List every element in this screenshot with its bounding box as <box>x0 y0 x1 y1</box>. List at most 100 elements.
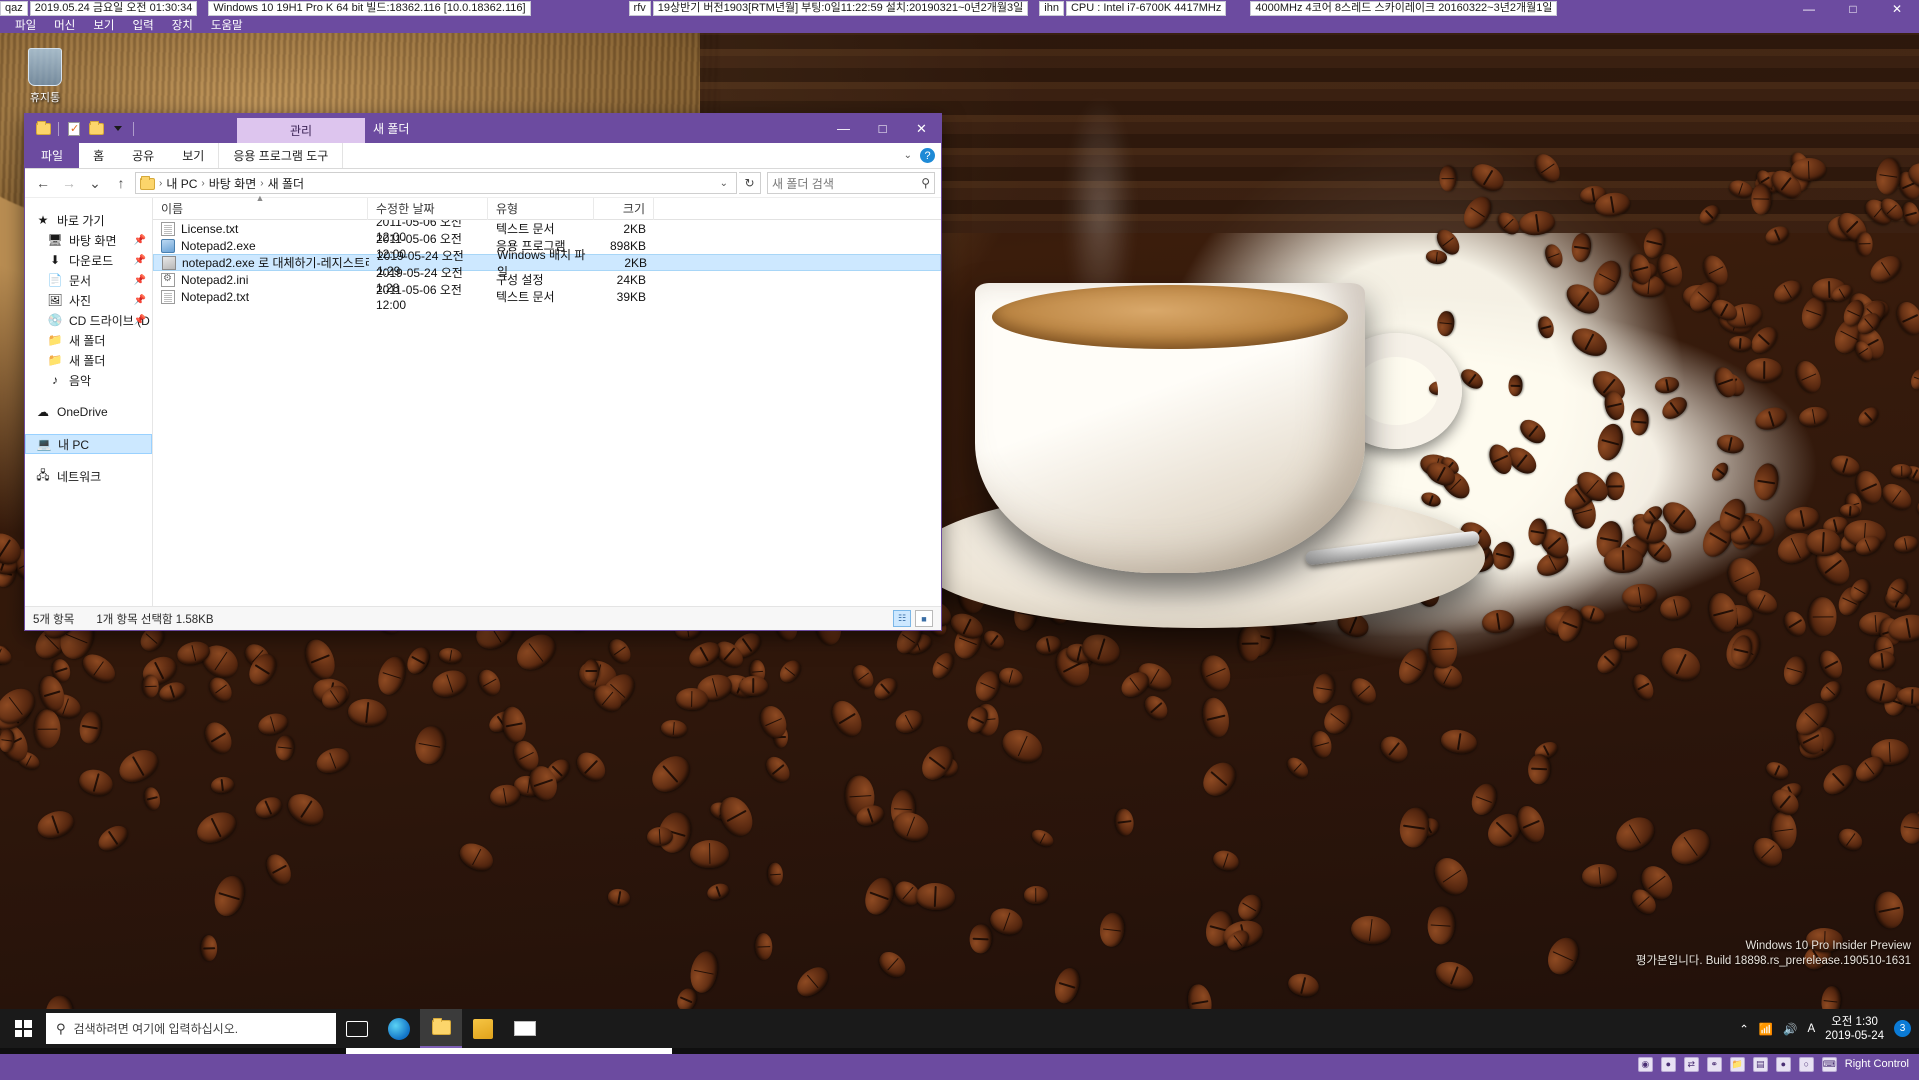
usb-icon[interactable]: ⚭ <box>1706 1056 1722 1072</box>
explorer-maximize-button[interactable]: □ <box>863 114 902 143</box>
vbox-menu-file[interactable]: 파일 <box>6 17 45 33</box>
coffee-bean <box>1480 608 1516 636</box>
coffee-bean <box>1140 691 1172 725</box>
help-icon[interactable]: ? <box>920 148 935 163</box>
tab-home[interactable]: 홈 <box>79 143 118 168</box>
vbox-menu-view[interactable]: 보기 <box>84 17 123 33</box>
column-header-type[interactable]: 유형 <box>488 197 594 220</box>
breadcrumb-separator-3: › <box>260 177 264 189</box>
vbox-menu-machine[interactable]: 머신 <box>45 17 84 33</box>
address-dropdown-icon[interactable]: ⌄ <box>716 178 732 189</box>
navigation-pane[interactable]: ★ 바로 가기 🖥 바탕 화면 📌 ⬇ 다운로드 📌 📄 문서 📌 🖼 사진 📌 💿 CD 드라이브 (D 📌 📁… <box>25 198 153 606</box>
start-button[interactable] <box>0 1009 46 1048</box>
explorer-close-button[interactable]: ✕ <box>902 114 941 143</box>
breadcrumb-item-0[interactable]: 내 PC <box>166 175 197 192</box>
volume-icon[interactable]: 🔊 <box>1783 1022 1797 1036</box>
taskbar-item-microsoft-store[interactable] <box>462 1009 504 1048</box>
sidebar-item-4[interactable]: 🖼 사진 📌 <box>25 290 152 310</box>
network-icon[interactable]: 📶 <box>1759 1022 1773 1036</box>
new-folder-icon[interactable] <box>86 119 106 139</box>
recording-icon[interactable]: ● <box>1775 1056 1791 1072</box>
display-icon[interactable]: ▤ <box>1752 1056 1768 1072</box>
pin-icon[interactable]: 📌 <box>134 235 146 246</box>
sidebar-item-6[interactable]: 📁 새 폴더 <box>25 330 152 350</box>
sidebar-item-label: 네트워크 <box>57 469 102 484</box>
network-icon[interactable]: ⇄ <box>1683 1056 1699 1072</box>
file-list[interactable]: License.txt 2011-05-06 오전 12:00 텍스트 문서 2KB N… <box>153 220 941 606</box>
task-view-button[interactable] <box>336 1009 378 1048</box>
taskbar-item-file-explorer[interactable] <box>420 1009 462 1048</box>
keyboard-icon[interactable]: ⌨ <box>1821 1056 1837 1072</box>
column-header-date[interactable]: 수정한 날짜 <box>368 197 488 220</box>
explorer-minimize-button[interactable]: — <box>824 114 863 143</box>
explorer-file-area[interactable]: ▲ 이름 수정한 날짜 유형 크기 License.txt 2011-05-06 … <box>153 193 941 606</box>
coffee-bean <box>826 695 868 742</box>
properties-icon[interactable] <box>64 119 84 139</box>
sidebar-item-10[interactable]: 💻 내 PC <box>25 434 152 454</box>
sidebar-item-11[interactable]: 🖧 네트워크 <box>25 466 152 486</box>
ime-indicator[interactable]: A <box>1808 1023 1816 1035</box>
pin-icon[interactable]: 📌 <box>134 275 146 286</box>
search-icon[interactable]: ⚲ <box>921 176 930 190</box>
coffee-bean <box>455 838 499 876</box>
large-icons-view-icon[interactable]: ■ <box>915 610 933 627</box>
table-row[interactable]: License.txt 2011-05-06 오전 12:00 텍스트 문서 2KB <box>153 220 941 244</box>
vbox-close-button[interactable]: ✕ <box>1875 0 1919 17</box>
pin-icon[interactable]: 📌 <box>134 295 146 306</box>
sidebar-item-9[interactable]: ☁ OneDrive <box>25 402 152 422</box>
sidebar-item-8[interactable]: ♪ 음악 <box>25 370 152 390</box>
tray-chevron-icon[interactable]: ⌃ <box>1739 1022 1749 1036</box>
sidebar-item-2[interactable]: ⬇ 다운로드 📌 <box>25 250 152 270</box>
sidebar-item-3[interactable]: 📄 문서 📌 <box>25 270 152 290</box>
action-center-badge[interactable]: 3 <box>1894 1020 1911 1037</box>
table-row[interactable]: notepad2.exe 로 대체하기-레지스트리.bat2019-05-24 … <box>153 248 941 279</box>
tab-application-tools[interactable]: 응용 프로그램 도구 <box>218 143 344 168</box>
forward-button[interactable]: → <box>57 171 81 195</box>
vbox-maximize-button[interactable]: □ <box>1831 0 1875 17</box>
pin-icon[interactable]: 📌 <box>134 255 146 266</box>
taskbar-search-input[interactable]: ⚲ 검색하려면 여기에 입력하십시오. <box>46 1013 336 1044</box>
sidebar-item-1[interactable]: 🖥 바탕 화면 📌 <box>25 230 152 250</box>
file-name-cell: notepad2.exe 로 대체하기-레지스트리.bat <box>154 254 369 271</box>
sidebar-item-7[interactable]: 📁 새 폴더 <box>25 350 152 370</box>
vbox-menu-devices[interactable]: 장치 <box>163 17 202 33</box>
ribbon-right-controls: ⌄ ? <box>904 143 941 168</box>
vbox-minimize-button[interactable]: — <box>1787 0 1831 17</box>
up-button[interactable]: ↑ <box>109 171 133 195</box>
back-button[interactable]: ← <box>31 171 55 195</box>
breadcrumb-item-2[interactable]: 새 폴더 <box>268 175 304 192</box>
file-explorer-window[interactable]: 관리 새 폴더 — □ ✕ 파일 홈 공유 보기 응용 프로그램 도구 ⌄ ? … <box>24 113 942 631</box>
shared-folder-icon[interactable]: 📁 <box>1729 1056 1745 1072</box>
tab-file[interactable]: 파일 <box>25 143 80 168</box>
column-header-name[interactable]: ▲ 이름 <box>153 193 368 220</box>
vbox-menu-input[interactable]: 입력 <box>124 17 163 33</box>
tab-view[interactable]: 보기 <box>168 143 218 168</box>
taskbar-item-edge[interactable] <box>378 1009 420 1048</box>
recent-locations-button[interactable]: ⌄ <box>83 171 107 195</box>
explorer-titlebar[interactable]: 관리 새 폴더 — □ ✕ <box>25 114 941 143</box>
customize-caret-icon[interactable] <box>108 119 128 139</box>
chevron-up-icon[interactable]: ⌄ <box>904 150 912 161</box>
mouse-icon[interactable]: ○ <box>1798 1056 1814 1072</box>
search-input[interactable]: 새 폴더 검색 ⚲ <box>767 172 935 194</box>
details-view-icon[interactable]: ☷ <box>893 610 911 627</box>
tray-clock[interactable]: 오전 1:30 2019-05-24 <box>1825 1015 1884 1043</box>
address-breadcrumb-bar[interactable]: › 내 PC › 바탕 화면 › 새 폴더 ⌄ <box>135 172 737 194</box>
pin-icon[interactable]: 📌 <box>134 315 146 326</box>
cd-icon[interactable]: ● <box>1660 1056 1676 1072</box>
refresh-button[interactable]: ↻ <box>739 172 761 194</box>
coffee-bean <box>1872 888 1907 931</box>
tab-share[interactable]: 공유 <box>118 143 168 168</box>
column-header-size[interactable]: 크기 <box>594 197 654 220</box>
vbox-menu-help[interactable]: 도움말 <box>202 17 252 33</box>
sidebar-item-0[interactable]: ★ 바로 가기 <box>25 210 152 230</box>
taskbar-item-mail[interactable] <box>504 1009 546 1048</box>
disk-icon[interactable]: ◉ <box>1637 1056 1653 1072</box>
table-row[interactable]: Notepad2.txt 2011-05-06 오전 12:00 텍스트 문서 39K… <box>153 283 941 312</box>
folder-icon[interactable] <box>33 119 53 139</box>
contextual-tab-manage[interactable]: 관리 <box>237 118 365 143</box>
table-row[interactable]: Notepad2.ini2019-05-24 오전 1:28구성 설정24KB <box>153 266 941 295</box>
breadcrumb-item-1[interactable]: 바탕 화면 <box>209 175 257 192</box>
sidebar-item-5[interactable]: 💿 CD 드라이브 (D 📌 <box>25 310 152 330</box>
desktop-icon-recycle-bin[interactable]: 휴지통 <box>10 48 80 105</box>
